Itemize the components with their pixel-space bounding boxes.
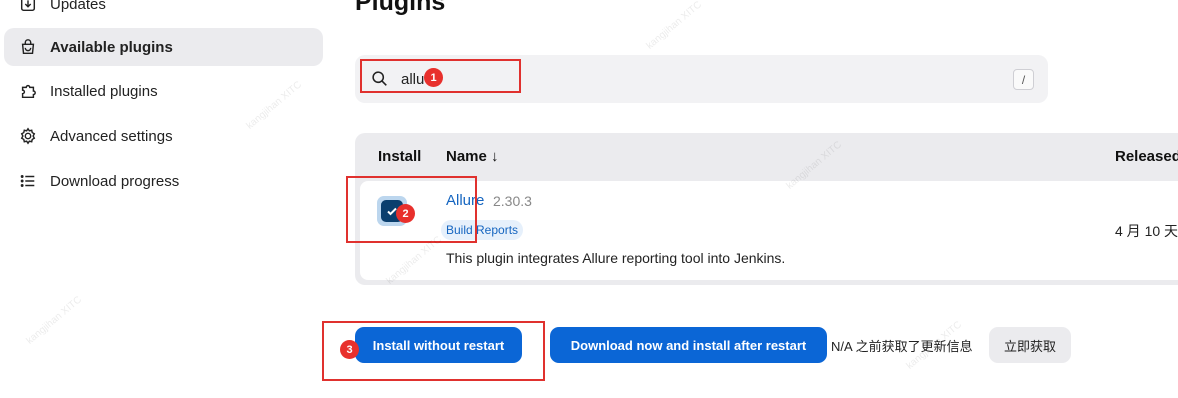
page-title: Plugins <box>355 0 446 16</box>
keyboard-shortcut-hint: / <box>1013 69 1034 90</box>
sidebar-item-download-progress[interactable]: Download progress <box>4 162 323 200</box>
annotation-badge-1: 1 <box>424 68 443 87</box>
column-header-released[interactable]: Released <box>1115 148 1178 165</box>
annotation-badge-3: 3 <box>340 340 359 359</box>
gear-icon <box>18 126 38 146</box>
shopping-bag-icon <box>18 37 38 57</box>
plugin-version: 2.30.3 <box>493 193 532 209</box>
sidebar-item-label: Installed plugins <box>50 82 158 100</box>
plugin-description: This plugin integrates Allure reporting … <box>446 250 786 266</box>
download-install-after-restart-button[interactable]: Download now and install after restart <box>550 327 827 363</box>
released-date: 4 月 10 天 <box>1115 223 1178 239</box>
sidebar: Updates Available plugins Installed plug… <box>0 0 330 398</box>
sidebar-item-label: Download progress <box>50 172 180 190</box>
annotation-badge-2: 2 <box>396 204 415 223</box>
fetch-now-button[interactable]: 立即获取 <box>989 327 1071 363</box>
sidebar-item-available-plugins[interactable]: Available plugins <box>4 28 323 66</box>
table-row: Allure 2.30.3 Build Reports This plugin … <box>360 181 1178 280</box>
update-status-text: N/A 之前获取了更新信息 <box>831 339 973 354</box>
list-icon <box>18 171 38 191</box>
sidebar-item-advanced-settings[interactable]: Advanced settings <box>4 117 323 155</box>
sidebar-item-label: Advanced settings <box>50 127 173 145</box>
plugins-table: Install Name ↓ Released Allure 2.30.3 Bu… <box>355 133 1178 285</box>
sidebar-item-label: Available plugins <box>50 38 173 56</box>
sidebar-item-updates[interactable]: Updates <box>4 0 323 23</box>
column-header-name[interactable]: Name ↓ <box>446 148 499 165</box>
column-header-install: Install <box>378 148 422 165</box>
download-icon <box>18 0 38 14</box>
puzzle-icon <box>18 81 38 101</box>
sidebar-item-label: Updates <box>50 0 106 13</box>
watermark: kangjihan XITC <box>644 0 704 52</box>
sidebar-item-installed-plugins[interactable]: Installed plugins <box>4 72 323 110</box>
